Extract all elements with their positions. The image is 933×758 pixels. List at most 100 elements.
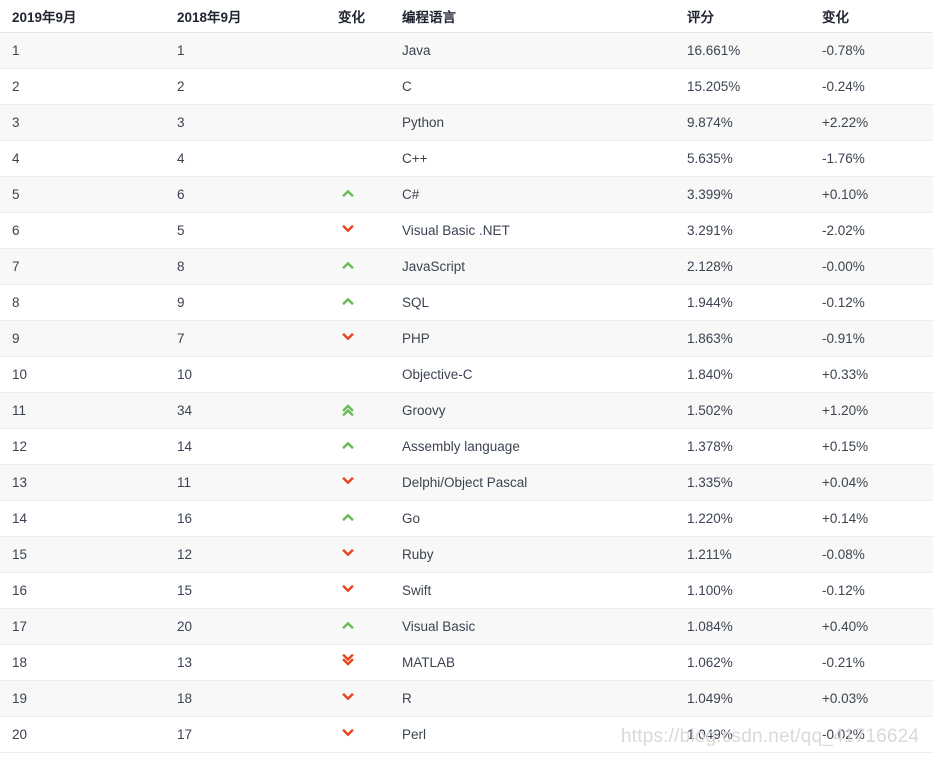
cell-trend <box>305 536 390 573</box>
cell-trend <box>305 680 390 717</box>
cell-trend <box>305 284 390 321</box>
chevron-down-icon <box>340 473 356 489</box>
table-row: 4 4 C++ 5.635% -1.76% <box>0 140 933 177</box>
chevron-up-icon <box>340 437 356 453</box>
cell-rank-2018: 18 <box>165 680 305 717</box>
column-header-delta: 变化 <box>810 0 933 33</box>
cell-language: R <box>390 680 675 717</box>
cell-language: C++ <box>390 140 675 177</box>
column-header-language: 编程语言 <box>390 0 675 33</box>
cell-language: Visual Basic .NET <box>390 212 675 249</box>
table-row: 6 5 Visual Basic .NET 3.291% -2.02% <box>0 212 933 249</box>
table-row: 19 18 R 1.049% +0.03% <box>0 680 933 717</box>
cell-rating: 1.502% <box>675 392 810 429</box>
cell-rank-2018: 11 <box>165 464 305 501</box>
cell-delta: +0.40% <box>810 608 933 645</box>
cell-trend <box>305 716 390 753</box>
cell-rating: 5.635% <box>675 140 810 177</box>
table-row: 5 6 C# 3.399% +0.10% <box>0 176 933 213</box>
cell-rating: 1.211% <box>675 536 810 573</box>
cell-rating: 3.399% <box>675 176 810 213</box>
cell-rank-2018: 1 <box>165 32 305 69</box>
cell-language: Perl <box>390 716 675 753</box>
cell-rank-2018: 6 <box>165 176 305 213</box>
cell-trend <box>305 428 390 465</box>
cell-delta: -0.02% <box>810 716 933 753</box>
table-header: 2019年9月 2018年9月 变化 编程语言 评分 变化 <box>0 0 933 33</box>
cell-rank-2019: 8 <box>0 284 165 321</box>
cell-language: C# <box>390 176 675 213</box>
cell-rating: 1.062% <box>675 644 810 681</box>
cell-rank-2018: 34 <box>165 392 305 429</box>
cell-trend <box>305 644 390 681</box>
cell-delta: -1.76% <box>810 140 933 177</box>
chevron-down-icon <box>340 689 356 705</box>
cell-language: Delphi/Object Pascal <box>390 464 675 501</box>
chevron-down-icon <box>340 581 356 597</box>
cell-rank-2018: 3 <box>165 104 305 141</box>
cell-language: Java <box>390 32 675 69</box>
chevron-up-icon <box>340 509 356 525</box>
cell-rating: 1.378% <box>675 428 810 465</box>
cell-rating: 3.291% <box>675 212 810 249</box>
cell-rating: 1.100% <box>675 572 810 609</box>
cell-rank-2019: 5 <box>0 176 165 213</box>
column-header-rank-2019: 2019年9月 <box>0 0 165 33</box>
cell-delta: -0.78% <box>810 32 933 69</box>
cell-rank-2018: 4 <box>165 140 305 177</box>
cell-rank-2019: 2 <box>0 68 165 105</box>
table-row: 7 8 JavaScript 2.128% -0.00% <box>0 248 933 285</box>
table-row: 18 13 MATLAB 1.062% -0.21% <box>0 644 933 681</box>
cell-rank-2019: 17 <box>0 608 165 645</box>
cell-rating: 9.874% <box>675 104 810 141</box>
cell-trend <box>305 176 390 213</box>
cell-rank-2018: 14 <box>165 428 305 465</box>
cell-rank-2018: 20 <box>165 608 305 645</box>
cell-delta: +1.20% <box>810 392 933 429</box>
cell-rank-2019: 4 <box>0 140 165 177</box>
table-row: 1 1 Java 16.661% -0.78% <box>0 32 933 69</box>
cell-rank-2019: 20 <box>0 716 165 753</box>
cell-delta: +0.33% <box>810 356 933 393</box>
cell-language: PHP <box>390 320 675 357</box>
chevron-up-icon <box>340 185 356 201</box>
cell-rating: 1.335% <box>675 464 810 501</box>
cell-trend <box>305 104 390 141</box>
cell-rank-2019: 10 <box>0 356 165 393</box>
table-row: 16 15 Swift 1.100% -0.12% <box>0 572 933 609</box>
cell-rank-2019: 1 <box>0 32 165 69</box>
table-row: 12 14 Assembly language 1.378% +0.15% <box>0 428 933 465</box>
chevron-down-icon <box>340 329 356 345</box>
table-body: 1 1 Java 16.661% -0.78% 2 2 C 15.205% -0.24% 3 3 Pyt… <box>0 32 933 753</box>
cell-delta: +0.14% <box>810 500 933 537</box>
cell-rating: 1.220% <box>675 500 810 537</box>
cell-rank-2018: 16 <box>165 500 305 537</box>
cell-trend <box>305 356 390 393</box>
cell-trend <box>305 140 390 177</box>
table-row: 8 9 SQL 1.944% -0.12% <box>0 284 933 321</box>
cell-rank-2019: 15 <box>0 536 165 573</box>
cell-rank-2019: 12 <box>0 428 165 465</box>
cell-language: JavaScript <box>390 248 675 285</box>
table-row: 20 17 Perl 1.049% -0.02% <box>0 716 933 753</box>
cell-trend <box>305 32 390 69</box>
cell-rank-2018: 5 <box>165 212 305 249</box>
cell-language: Swift <box>390 572 675 609</box>
chevron-down-icon <box>340 545 356 561</box>
cell-delta: +0.04% <box>810 464 933 501</box>
cell-language: Python <box>390 104 675 141</box>
cell-rating: 1.863% <box>675 320 810 357</box>
programming-language-ranking-table: 2019年9月 2018年9月 变化 编程语言 评分 变化 1 1 Java 16.6… <box>0 0 933 753</box>
cell-rank-2019: 7 <box>0 248 165 285</box>
cell-delta: -2.02% <box>810 212 933 249</box>
cell-trend <box>305 464 390 501</box>
cell-rank-2019: 19 <box>0 680 165 717</box>
cell-rank-2018: 10 <box>165 356 305 393</box>
cell-trend <box>305 320 390 357</box>
chevron-down-icon <box>340 725 356 741</box>
cell-language: Visual Basic <box>390 608 675 645</box>
cell-rating: 2.128% <box>675 248 810 285</box>
cell-rank-2018: 8 <box>165 248 305 285</box>
chevron-double-down-icon <box>340 653 356 669</box>
cell-rank-2019: 6 <box>0 212 165 249</box>
